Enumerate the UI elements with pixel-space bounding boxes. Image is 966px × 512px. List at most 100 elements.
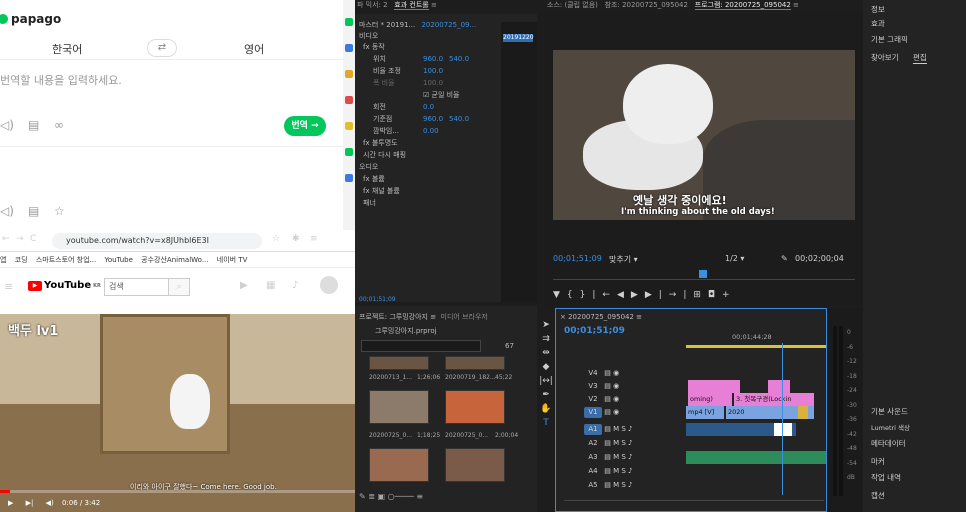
media-thumbnail[interactable] xyxy=(369,390,429,424)
extension-icon[interactable] xyxy=(345,18,353,26)
list-view-icon[interactable]: ≣ xyxy=(368,492,375,501)
param-anchor[interactable]: 기준점 960.0 540.0 xyxy=(373,114,469,124)
track-a1[interactable]: A1 xyxy=(584,424,602,435)
extension-icon[interactable] xyxy=(345,122,353,130)
extension-icon[interactable] xyxy=(345,70,353,78)
media-thumbnail[interactable] xyxy=(369,448,429,482)
extension-icon[interactable] xyxy=(345,44,353,52)
tab-audio-mixer[interactable]: 파 믹서: 2 xyxy=(357,1,388,9)
panel-markers[interactable]: 마커 xyxy=(871,456,885,467)
tab-reference[interactable]: 참조: 20200725_095042 xyxy=(605,1,688,9)
settings-wrench-icon[interactable]: ✎ xyxy=(781,254,788,263)
zoom-slider[interactable]: ○──── xyxy=(388,492,414,501)
param-position[interactable]: 위치 960.0 540.0 xyxy=(373,54,469,64)
tab-browse[interactable]: 찾아보기 xyxy=(871,52,899,63)
effect-clip-bar[interactable]: 20191220 xyxy=(503,34,534,42)
selected-clip[interactable] xyxy=(774,423,792,436)
clip-v2[interactable]: 3. 첫목구경(Lockin xyxy=(734,393,814,406)
back-icon[interactable]: ← xyxy=(2,234,10,244)
sort-icon[interactable]: ≡ xyxy=(416,492,423,501)
track-v1[interactable]: V1 xyxy=(584,407,602,418)
lift-icon[interactable]: ⊞ xyxy=(693,290,708,300)
track-a2[interactable]: A2 xyxy=(584,438,602,449)
extension-icon[interactable] xyxy=(345,96,353,104)
source-language-select[interactable]: 한국어 xyxy=(52,41,82,57)
track-v2[interactable]: V2 xyxy=(584,394,602,405)
link-icon[interactable]: ∞ xyxy=(54,118,64,132)
media-thumbnail[interactable] xyxy=(445,390,505,424)
bookmark-star-icon[interactable]: ☆ xyxy=(272,234,280,244)
target-language-select[interactable]: 영어 xyxy=(244,41,264,57)
extension-icon[interactable] xyxy=(345,174,353,182)
media-thumbnail[interactable] xyxy=(445,448,505,482)
out-point-icon[interactable]: } xyxy=(580,290,593,300)
add-button-icon[interactable]: + xyxy=(722,290,737,300)
work-area-bar[interactable] xyxy=(686,345,826,348)
panel-captions[interactable]: 캡션 xyxy=(871,490,885,501)
copy-icon[interactable]: ▤ xyxy=(28,118,39,132)
clip-a3[interactable] xyxy=(686,451,826,464)
playlist-icon[interactable]: ≡ xyxy=(310,234,318,244)
notification-bell-icon[interactable]: ♪ xyxy=(292,280,298,291)
next-icon[interactable]: ▶| xyxy=(26,499,34,507)
clip-v1[interactable]: mp4 [V] xyxy=(686,406,724,419)
track-a3[interactable]: A3 xyxy=(584,452,602,463)
tab-edit[interactable]: 편집 xyxy=(913,52,927,64)
panel-lumetri-color[interactable]: Lumetri 색상 xyxy=(871,422,910,432)
panel-metadata[interactable]: 메타데이터 xyxy=(871,438,906,449)
clip-v1-effect[interactable] xyxy=(798,406,808,419)
tab-effect-controls[interactable]: 효과 컨트롤 xyxy=(394,1,429,10)
media-thumbnail[interactable] xyxy=(369,356,429,370)
search-icon[interactable]: ⌕ xyxy=(168,278,190,296)
reload-icon[interactable]: C xyxy=(30,234,36,244)
video-progress-bar[interactable] xyxy=(0,490,355,493)
source-text-input[interactable]: 번역할 내용을 입력하세요. xyxy=(0,72,122,88)
star-icon[interactable]: ☆ xyxy=(54,204,65,218)
clip-v3[interactable] xyxy=(768,380,790,393)
panel-essential-sound[interactable]: 기본 사운드 xyxy=(871,406,908,417)
youtube-logo[interactable]: ▶ YouTube KR xyxy=(28,280,101,291)
panel-info[interactable]: 정보 xyxy=(871,4,885,15)
bookmark-item[interactable]: 스마트스토어 창업... xyxy=(36,252,96,268)
fit-select[interactable]: 맞추기 ▾ xyxy=(609,254,638,265)
hand-tool-icon[interactable]: ✋ xyxy=(537,404,555,414)
icon-view-icon[interactable]: ▣ xyxy=(378,492,386,501)
camera-icon[interactable]: ◘ xyxy=(708,290,722,300)
slip-tool-icon[interactable]: |↔| xyxy=(537,376,555,386)
effect-motion[interactable]: fx 동작 xyxy=(363,42,385,52)
bookmark-item[interactable]: 코딩 xyxy=(15,252,28,268)
avatar[interactable] xyxy=(320,276,338,294)
param-rotation[interactable]: 회전 0.0 xyxy=(373,102,434,112)
track-v4[interactable]: V4 xyxy=(584,368,602,379)
go-to-in-icon[interactable]: |← xyxy=(592,290,617,300)
track-select-icon[interactable]: ⇉ xyxy=(537,334,555,344)
resolution-select[interactable]: 1/2 ▾ xyxy=(725,254,744,263)
ripple-edit-icon[interactable]: ⇹ xyxy=(537,348,555,358)
volume-icon[interactable]: ◀) xyxy=(46,499,54,507)
type-tool-icon[interactable]: T xyxy=(537,418,555,428)
panel-essential-graphics[interactable]: 기본 그래픽 xyxy=(871,34,908,45)
panel-history[interactable]: 작업 내역 xyxy=(871,472,901,483)
playhead-marker[interactable] xyxy=(699,270,707,278)
copy-icon[interactable]: ▤ xyxy=(28,204,39,218)
pencil-icon[interactable]: ✎ xyxy=(359,492,366,501)
in-point-icon[interactable]: { xyxy=(567,290,580,300)
url-input[interactable]: youtube.com/watch?v=x8JUhbl6E3I xyxy=(52,233,262,249)
speaker-icon[interactable]: ◁) xyxy=(0,204,14,218)
panel-effects[interactable]: 효과 xyxy=(871,18,885,29)
tab-program[interactable]: 프로그램: 20200725_095042 xyxy=(694,1,791,10)
speaker-icon[interactable]: ◁) xyxy=(0,118,14,132)
bookmark-item[interactable]: 네이버 TV xyxy=(217,252,248,268)
selection-tool-icon[interactable]: ➤ xyxy=(537,320,555,330)
extension-icon[interactable] xyxy=(345,148,353,156)
track-a5[interactable]: A5 xyxy=(584,480,602,491)
uniform-scale-checkbox[interactable]: ☑ 균일 비율 xyxy=(423,90,460,100)
program-frame[interactable]: 옛날 생각 중이에요! I'm thinking about the old d… xyxy=(553,50,855,220)
translate-button[interactable]: 번역 → xyxy=(284,116,326,136)
timeline-playhead[interactable] xyxy=(782,343,783,495)
video-player[interactable]: 백두 lv1 이리와 아이구 잘했다~ Come here. Good job.… xyxy=(0,314,355,512)
razor-tool-icon[interactable]: ◆ xyxy=(537,362,555,372)
pen-tool-icon[interactable]: ✒ xyxy=(537,390,555,400)
param-flicker[interactable]: 깜박임... 0.00 xyxy=(373,126,439,136)
effect-time-remap[interactable]: 시간 다시 매핑 xyxy=(363,150,406,160)
